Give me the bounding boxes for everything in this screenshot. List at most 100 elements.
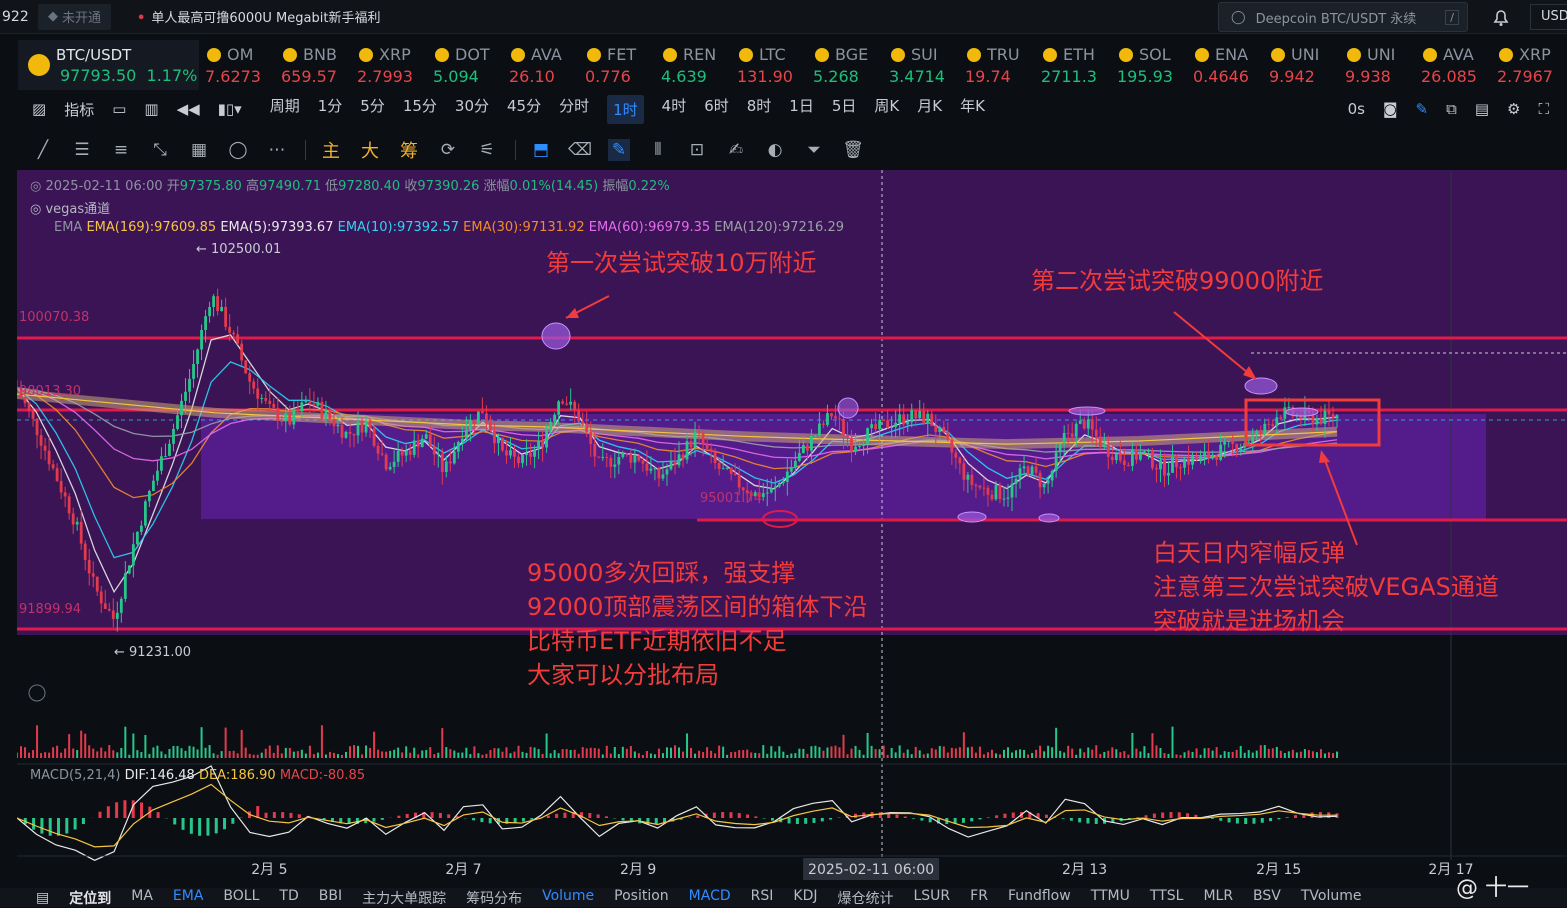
draw-active-icon[interactable]: ✎ [608, 139, 630, 161]
ticker-item[interactable]: BNB659.57 [275, 40, 351, 90]
period-6时[interactable]: 6时 [704, 95, 729, 124]
hline-tool-icon[interactable]: ☰ [71, 139, 93, 161]
indicator-tab[interactable]: 爆仓统计 [837, 888, 893, 908]
period-8时[interactable]: 8时 [747, 95, 772, 124]
period-年K[interactable]: 年K [960, 95, 985, 124]
promo-banner[interactable]: •单人最高可撸6000U Megabit新手福利 [137, 7, 380, 26]
period-周K[interactable]: 周K [874, 95, 899, 124]
ruler-tool-icon[interactable]: ▦ [188, 139, 210, 161]
ticker-item[interactable]: SUI3.4714 [883, 40, 959, 90]
ticker-item[interactable]: FET0.776 [579, 40, 655, 90]
locate-icon[interactable]: ▤ [36, 890, 49, 906]
indicator-tab[interactable]: TTMU [1091, 888, 1130, 908]
bookmark-icon[interactable]: ⬒ [530, 139, 552, 161]
ticker-item[interactable]: REN4.639 [655, 40, 731, 90]
measure-icon[interactable]: ⚟ [476, 139, 498, 161]
period-1分[interactable]: 1分 [318, 95, 343, 124]
indicator-tab[interactable]: MA [131, 888, 153, 908]
ticker-item[interactable]: TRU19.74 [959, 40, 1035, 90]
camera-icon[interactable]: ◙ [1383, 100, 1398, 118]
ticker-item[interactable]: XRP2.7993 [351, 40, 427, 90]
indicator-tab[interactable]: BBI [319, 888, 342, 908]
ticker-item[interactable]: LTC131.90 [731, 40, 807, 90]
macd-bar [1277, 818, 1280, 819]
save-icon[interactable]: ▤ [1475, 100, 1489, 118]
period-分时[interactable]: 分时 [559, 95, 589, 124]
indicator-tab[interactable]: MACD [689, 888, 731, 908]
main-ticker[interactable]: BTC/USDT 97793.50 1.17% [18, 40, 199, 90]
sync-icon[interactable]: ⟳ [437, 139, 459, 161]
ticker-item[interactable]: AVA26.10 [503, 40, 579, 90]
indicator-tab[interactable]: KDJ [793, 888, 817, 908]
indicator-tab[interactable]: RSI [751, 888, 774, 908]
indicator-tab[interactable]: EMA [173, 888, 204, 908]
indicator-tab[interactable]: TTSL [1150, 888, 1184, 908]
indicator-tab[interactable]: BSV [1253, 888, 1281, 908]
period-30分[interactable]: 30分 [455, 95, 489, 124]
line-tool-icon[interactable]: ╱ [32, 139, 54, 161]
ticker-item[interactable]: OM7.6273 [199, 40, 275, 90]
candle-body [1143, 451, 1146, 452]
lock-icon[interactable]: ⊡ [686, 139, 708, 161]
indicator-tab[interactable]: 主力大单跟踪 [362, 888, 446, 908]
indicator-button[interactable]: 指标 [64, 99, 94, 120]
ellipse-tool-icon[interactable]: ◯ [227, 139, 249, 161]
ticker-item[interactable]: ETH2711.3 [1035, 40, 1111, 90]
pencil-icon[interactable]: ✎ [1416, 100, 1429, 118]
period-1时[interactable]: 1时 [607, 95, 644, 124]
split-icon[interactable]: ▥ [144, 100, 158, 118]
indicator-tab[interactable]: Volume [542, 888, 594, 908]
main-chart-button[interactable]: 主 [320, 139, 342, 161]
period-5日[interactable]: 5日 [832, 95, 857, 124]
eraser-icon[interactable]: ⌫ [569, 139, 591, 161]
layout-icon[interactable]: ▭ [112, 100, 126, 118]
eye-icon[interactable]: ◎ [30, 179, 41, 194]
indicator-tab[interactable]: BOLL [223, 888, 259, 908]
period-15分[interactable]: 15分 [403, 95, 437, 124]
trash-icon[interactable]: 🗑 [842, 139, 864, 161]
indicator-icon[interactable]: ▨ [32, 100, 46, 118]
magnet-icon[interactable]: ◐ [764, 139, 786, 161]
period-4时[interactable]: 4时 [662, 95, 687, 124]
unopened-badge[interactable]: ◆未开通 [38, 4, 111, 30]
currency-select[interactable]: USD [1530, 4, 1567, 30]
locate-button[interactable]: 定位到 [69, 888, 111, 908]
ticker-item[interactable]: BGE5.268 [807, 40, 883, 90]
channel-tool-icon[interactable]: ≡ [110, 139, 132, 161]
new-window-icon[interactable]: ⧉ [1446, 100, 1457, 118]
more-tools-icon[interactable]: ⋯ [266, 139, 288, 161]
ticker-item[interactable]: UNI9.942 [1263, 40, 1339, 90]
bell-icon[interactable] [1490, 6, 1512, 28]
indicator-tab[interactable]: FR [970, 888, 988, 908]
rewind-icon[interactable]: ◀◀ [177, 100, 200, 118]
candle-type-icon[interactable]: ▮▯▾ [218, 100, 242, 118]
indicator-tab[interactable]: LSUR [913, 888, 950, 908]
settings-icon[interactable]: ⚙ [1507, 100, 1520, 118]
ticker-item[interactable]: UNI9.938 [1339, 40, 1415, 90]
ticker-item[interactable]: SOL195.93 [1111, 40, 1187, 90]
ticker-item[interactable]: ENA0.4646 [1187, 40, 1263, 90]
fib-tool-icon[interactable]: ⤡ [149, 139, 171, 161]
indicator-tab[interactable]: Position [614, 888, 669, 908]
period-月K[interactable]: 月K [917, 95, 942, 124]
search-input[interactable]: ◯ Deepcoin BTC/USDT 永续 / [1218, 2, 1468, 32]
fullscreen-icon[interactable]: ⛶ [1538, 100, 1549, 118]
filter-icon[interactable]: ⏷ [803, 139, 825, 161]
indicator-tab[interactable]: MLR [1203, 888, 1233, 908]
big-order-button[interactable]: 大 [359, 139, 381, 161]
ticker-item[interactable]: XRP2.7967 [1491, 40, 1567, 90]
eye-icon[interactable]: ◎ [30, 202, 41, 217]
indicator-tab[interactable]: 筹码分布 [466, 888, 522, 908]
period-周期[interactable]: 周期 [270, 95, 300, 124]
period-1日[interactable]: 1日 [789, 95, 814, 124]
candles-icon[interactable]: ⫴ [647, 139, 669, 161]
indicator-tab[interactable]: TD [279, 888, 298, 908]
indicator-tab[interactable]: TVolume [1301, 888, 1362, 908]
ticker-item[interactable]: DOT5.094 [427, 40, 503, 90]
period-5分[interactable]: 5分 [360, 95, 385, 124]
chip-button[interactable]: 筹 [398, 139, 420, 161]
period-45分[interactable]: 45分 [507, 95, 541, 124]
indicator-tab[interactable]: Fundflow [1008, 888, 1071, 908]
ticker-item[interactable]: AVA26.085 [1415, 40, 1491, 90]
note-icon[interactable]: ✍ [725, 139, 747, 161]
